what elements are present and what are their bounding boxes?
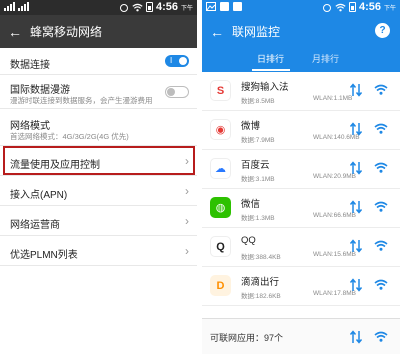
wifi-status-icon (335, 3, 346, 11)
app-mobile-data: 数据:8.5MB (241, 98, 275, 105)
app-name: 微信 (241, 199, 261, 210)
wifi-status-icon (132, 3, 143, 11)
status-time: 4:56 (155, 1, 178, 13)
weibo-icon: ◉ (210, 119, 231, 140)
cellular-network-screen: 4:56 下午 ← 蜂窝移动网络 数据连接 I 国际数据漫游 漫游时联连接到数据… (0, 0, 197, 354)
back-arrow-icon[interactable]: ← (202, 24, 232, 40)
row-label: 接入点(APN) (10, 190, 68, 201)
wifi-icon[interactable] (374, 279, 388, 290)
wechat-icon: ◍ (210, 197, 231, 218)
page-title: 蜂窝移动网络 (30, 25, 103, 39)
app-name: QQ (241, 235, 256, 246)
app-row[interactable]: D 滴滴出行 数据:182.6KB WLAN:17.8MB (202, 267, 400, 306)
help-icon[interactable]: ? (375, 23, 390, 38)
chevron-right-icon: › (185, 214, 189, 228)
alarm-icon (119, 3, 128, 12)
row-subtitle: 漫游时联连接到数据服务，会产生漫游费用 (10, 96, 153, 105)
app-bar: ← 联网监控 ? (202, 15, 400, 48)
chevron-right-icon: › (185, 244, 189, 258)
battery-icon (348, 2, 356, 12)
row-label: 国际数据漫游 (10, 85, 70, 96)
data-connection-toggle[interactable]: I (165, 55, 189, 67)
app-name: 微博 (241, 121, 261, 132)
baidu-cloud-icon: ☁ (210, 158, 231, 179)
wifi-icon[interactable] (374, 201, 388, 212)
app-wlan-data: WLAN:1.1MB (313, 95, 353, 102)
intl-roaming-row[interactable]: 国际数据漫游 漫游时联连接到数据服务，会产生漫游费用 (0, 75, 197, 109)
app-mobile-data: 数据:3.1MB (241, 176, 275, 183)
signal-icon (18, 2, 29, 11)
status-time: 4:56 (358, 1, 381, 13)
page-title: 联网监控 (232, 25, 281, 39)
app-mobile-data: 数据:7.9MB (241, 137, 275, 144)
app-mobile-data: 数据:1.3MB (241, 215, 275, 222)
status-bar: 4:56 下午 (202, 0, 400, 15)
row-label: 数据连接 (10, 60, 50, 71)
up-down-arrows-icon[interactable] (350, 330, 362, 344)
wifi-icon[interactable] (374, 84, 388, 95)
tab-daily[interactable]: 日排行 (257, 52, 284, 65)
network-monitor-screen: 4:56 下午 ← 联网监控 ? 日排行 月排行 S 搜狗输入法数据:8.5MB W… (202, 0, 400, 354)
tab-bar: 日排行 月排行 (202, 48, 400, 72)
wifi-icon[interactable] (374, 240, 388, 251)
wifi-icon[interactable] (374, 331, 388, 342)
toggle-on-mark-icon: I (170, 56, 173, 65)
toggle-knob (179, 57, 187, 65)
up-down-arrows-icon[interactable] (350, 83, 362, 97)
row-subtitle: 首选网络模式：4G/3G/2G(4G 优先) (10, 132, 129, 141)
app-row[interactable]: ☁ 百度云 数据:3.1MB WLAN:20.9MB (202, 150, 400, 189)
app-name: 滴滴出行 (241, 277, 280, 288)
signal-icon (4, 2, 15, 11)
row-label: 优选PLMN列表 (10, 250, 78, 261)
sogou-icon: S (210, 80, 231, 101)
toggle-knob (167, 88, 175, 96)
active-tab-indicator (252, 69, 290, 71)
app-row[interactable]: Q QQ 数据:388.4KB WLAN:15.6MB (202, 228, 400, 267)
apn-row[interactable]: 接入点(APN) › (0, 176, 197, 206)
status-ampm: 下午 (180, 5, 193, 12)
networkable-apps-count: 可联网应用：97个 (210, 333, 284, 343)
up-down-arrows-icon[interactable] (350, 278, 362, 292)
up-down-arrows-icon[interactable] (350, 161, 362, 175)
app-mobile-data: 数据:182.6KB (241, 293, 281, 300)
status-ampm: 下午 (383, 5, 396, 12)
tab-monthly[interactable]: 月排行 (312, 52, 339, 65)
highlight-box (3, 146, 195, 175)
app-row[interactable]: ◉ 微博 数据:7.9MB WLAN:140.6MB (202, 111, 400, 150)
app-bar: ← 蜂窝移动网络 (0, 15, 197, 48)
notification-icon (220, 2, 229, 11)
data-connection-row[interactable]: 数据连接 I (0, 48, 197, 75)
chevron-right-icon: › (185, 184, 189, 198)
footer-bar: 可联网应用：97个 (202, 318, 400, 354)
network-mode-row[interactable]: 网络模式 首选网络模式：4G/3G/2G(4G 优先) (0, 109, 197, 146)
row-label: 网络模式 (10, 121, 50, 132)
notification-icon (233, 2, 242, 11)
plmn-list-row[interactable]: 优选PLMN列表 › (0, 236, 197, 266)
up-down-arrows-icon[interactable] (350, 122, 362, 136)
up-down-arrows-icon[interactable] (350, 200, 362, 214)
status-bar: 4:56 下午 (0, 0, 197, 15)
carrier-row[interactable]: 网络运营商 › (0, 206, 197, 236)
app-name: 搜狗输入法 (241, 82, 289, 93)
app-name: 百度云 (241, 160, 270, 171)
intl-roaming-toggle[interactable] (165, 86, 189, 98)
row-label: 网络运营商 (10, 220, 60, 231)
app-row[interactable]: ◍ 微信 数据:1.3MB WLAN:66.6MB (202, 189, 400, 228)
alarm-icon (322, 3, 331, 12)
up-down-arrows-icon[interactable] (350, 239, 362, 253)
wifi-icon[interactable] (374, 123, 388, 134)
didi-icon: D (210, 275, 231, 296)
battery-icon (145, 2, 153, 12)
app-mobile-data: 数据:388.4KB (241, 254, 281, 261)
wifi-icon[interactable] (374, 162, 388, 173)
image-notification-icon (206, 2, 216, 11)
back-arrow-icon[interactable]: ← (0, 24, 30, 40)
app-row[interactable]: S 搜狗输入法数据:8.5MB WLAN:1.1MB (202, 72, 400, 111)
qq-icon: Q (210, 236, 231, 257)
